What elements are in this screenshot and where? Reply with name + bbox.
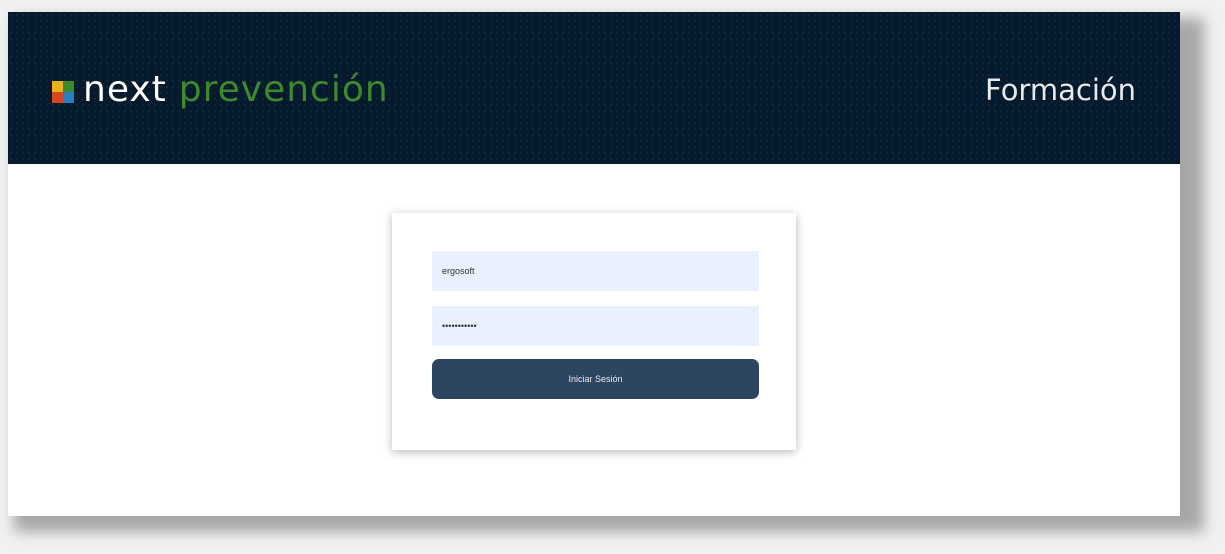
logo-square-red: [52, 92, 63, 103]
password-input[interactable]: [432, 306, 759, 346]
login-page: next prevención Formación Iniciar Sesión: [8, 12, 1180, 516]
section-title: Formación: [985, 73, 1136, 107]
brand-name-primary: next: [83, 69, 167, 110]
brand-logo[interactable]: next prevención: [52, 70, 389, 110]
login-card: Iniciar Sesión: [392, 213, 796, 450]
top-header-bar: next prevención Formación: [8, 12, 1180, 164]
logo-square-yellow: [52, 81, 63, 92]
login-button[interactable]: Iniciar Sesión: [432, 359, 759, 399]
logo-square-blue: [63, 92, 74, 103]
logo-square-green: [63, 81, 74, 92]
brand-squares-icon: [52, 81, 74, 103]
username-input[interactable]: [432, 251, 759, 291]
brand-name-secondary: prevención: [178, 69, 389, 110]
